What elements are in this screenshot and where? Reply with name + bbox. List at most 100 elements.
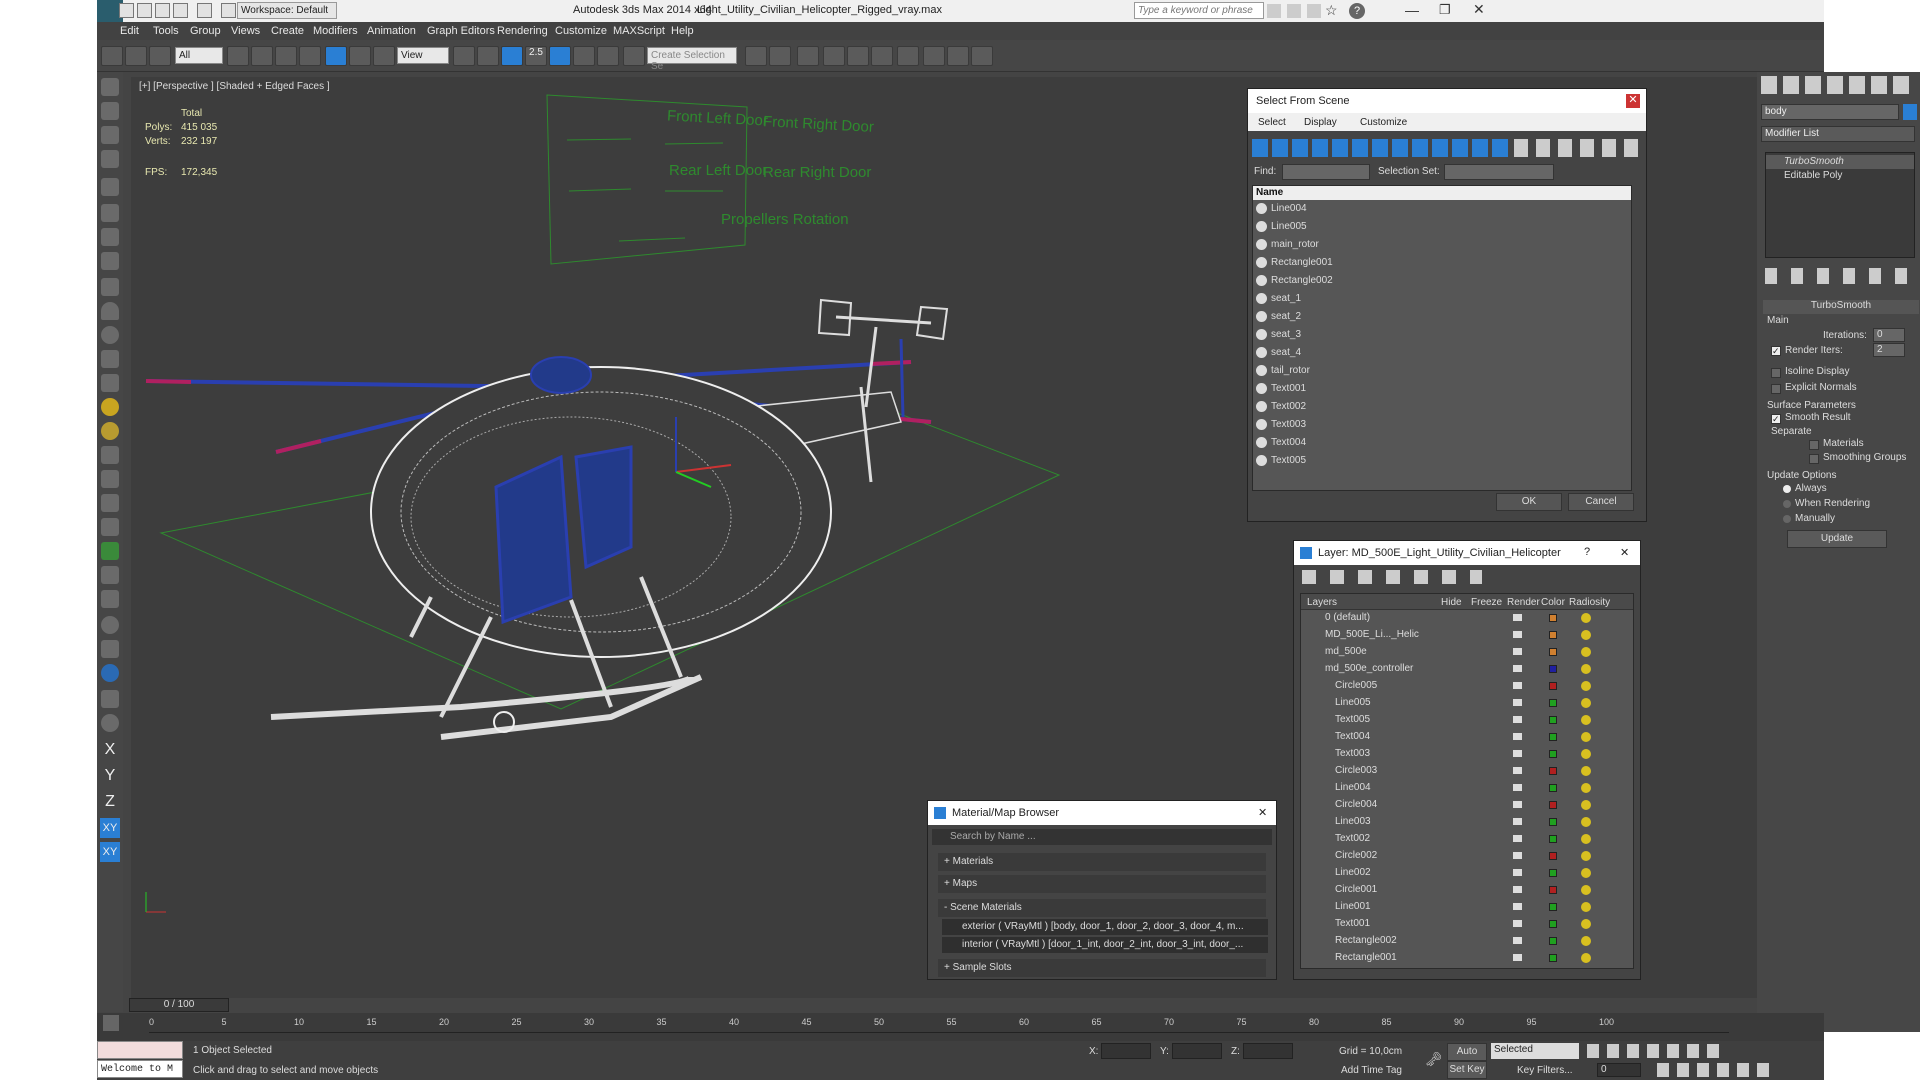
layer-row-name[interactable]: md_500e	[1325, 646, 1367, 657]
radiosity-icon[interactable]	[1581, 817, 1591, 827]
radiosity-icon[interactable]	[1581, 630, 1591, 640]
align-icon[interactable]	[769, 46, 791, 66]
render-teapot-icon[interactable]	[1513, 614, 1522, 621]
layer-color-swatch[interactable]	[1549, 750, 1557, 758]
spinner-snap-icon[interactable]	[597, 46, 619, 66]
layer-row-name[interactable]: Line002	[1335, 867, 1371, 878]
render-teapot-icon[interactable]	[1513, 750, 1522, 757]
viewport-label[interactable]: [+] [Perspective ] [Shaded + Edged Faces…	[139, 81, 330, 92]
turbosmooth-rollout-header[interactable]: TurboSmooth	[1763, 300, 1919, 314]
smoothing-groups-checkbox[interactable]	[1809, 454, 1819, 464]
layer-color-swatch[interactable]	[1549, 648, 1557, 656]
object-color-swatch[interactable]	[1903, 104, 1917, 120]
project-folder-icon[interactable]	[221, 3, 236, 18]
radiosity-icon[interactable]	[1581, 885, 1591, 895]
save-file-icon[interactable]	[155, 3, 170, 18]
layer-color-swatch[interactable]	[1549, 818, 1557, 826]
x-coordinate-field[interactable]	[1101, 1043, 1151, 1059]
name-column-header[interactable]: Name	[1253, 186, 1631, 200]
layer-row-name[interactable]: Text005	[1335, 714, 1370, 725]
radiosity-icon[interactable]	[1581, 698, 1591, 708]
list-options-toolbar[interactable]	[1514, 139, 1644, 157]
selection-set-dropdown[interactable]	[1444, 164, 1554, 180]
layer-row-name[interactable]: Line004	[1335, 782, 1371, 793]
dots-icon[interactable]	[101, 446, 119, 464]
earth-icon[interactable]	[101, 664, 119, 682]
layer-color-swatch[interactable]	[1549, 835, 1557, 843]
ball-icon[interactable]	[101, 616, 119, 634]
sky-icon[interactable]	[101, 422, 119, 440]
open-file-icon[interactable]	[137, 3, 152, 18]
undo-icon[interactable]	[173, 3, 188, 18]
radiosity-icon[interactable]	[1581, 681, 1591, 691]
render-teapot-icon[interactable]	[1513, 852, 1522, 859]
key-mode-icon[interactable]: 🗝	[1425, 1051, 1443, 1068]
globe-icon[interactable]	[101, 518, 119, 536]
playback-controls[interactable]	[1587, 1044, 1727, 1058]
scene-object-item[interactable]: Text005	[1253, 452, 1621, 470]
maxscript-output[interactable]: Welcome to M	[97, 1060, 183, 1078]
speaker-icon[interactable]	[101, 228, 119, 246]
layer-row-name[interactable]: Circle002	[1335, 850, 1377, 861]
help-icon[interactable]: ?	[1349, 3, 1365, 19]
layer-row-name[interactable]: Rectangle001	[1335, 952, 1397, 963]
time-slider[interactable]: 0 / 100	[129, 998, 229, 1012]
render-teapot-icon[interactable]	[1513, 920, 1522, 927]
scene-materials-section[interactable]: - Scene Materials	[938, 899, 1266, 917]
particles-icon[interactable]	[101, 204, 119, 222]
render-teapot-icon[interactable]	[1513, 818, 1522, 825]
scene-object-item[interactable]: Line005	[1253, 218, 1621, 236]
render-frame-icon[interactable]	[101, 126, 119, 144]
workspace-dropdown[interactable]: Workspace: Default	[237, 2, 337, 19]
render-teapot-icon[interactable]	[1513, 801, 1522, 808]
named-selection-dropdown[interactable]: Create Selection Se	[647, 47, 737, 72]
selection-filter-dropdown[interactable]: All	[175, 47, 223, 64]
layer-color-swatch[interactable]	[1549, 767, 1557, 775]
menu-tools[interactable]: Tools	[153, 25, 179, 37]
y-axis-constraint-icon[interactable]: Y	[100, 766, 120, 786]
render-teapot-icon[interactable]	[1513, 699, 1522, 706]
menu-animation[interactable]: Animation	[367, 25, 416, 37]
redo-icon[interactable]	[197, 3, 212, 18]
teapot-icon[interactable]	[101, 78, 119, 96]
smooth-result-checkbox[interactable]: ✓	[1771, 414, 1781, 424]
radiosity-icon[interactable]	[1581, 647, 1591, 657]
scene-object-item[interactable]: seat_2	[1253, 308, 1621, 326]
menu-modifiers[interactable]: Modifiers	[313, 25, 358, 37]
radiosity-icon[interactable]	[1581, 664, 1591, 674]
radiosity-icon[interactable]	[1581, 715, 1591, 725]
pivot-center-icon[interactable]	[453, 46, 475, 66]
hair-icon[interactable]	[101, 566, 119, 584]
radiosity-icon[interactable]	[1581, 902, 1591, 912]
lamp-icon[interactable]	[101, 178, 119, 196]
minimize-icon[interactable]: —	[1405, 2, 1419, 18]
hide-column[interactable]: Hide	[1441, 597, 1462, 608]
select-and-scale-icon[interactable]	[373, 46, 395, 66]
object-filter-toolbar[interactable]	[1252, 139, 1512, 157]
select-and-move-icon[interactable]	[325, 46, 347, 66]
menu-customize[interactable]: Customize	[1360, 117, 1407, 128]
materials-checkbox[interactable]	[1809, 440, 1819, 450]
layer-tools-toolbar[interactable]	[1302, 570, 1482, 584]
cancel-button[interactable]: Cancel	[1568, 493, 1634, 511]
layer-row-name[interactable]: Circle003	[1335, 765, 1377, 776]
layer-color-swatch[interactable]	[1549, 784, 1557, 792]
when-rendering-radio[interactable]	[1783, 500, 1791, 508]
layer-row-name[interactable]: Text001	[1335, 918, 1370, 929]
render-production-icon[interactable]	[971, 46, 993, 66]
x-axis-constraint-icon[interactable]: X	[100, 740, 120, 760]
ok-button[interactable]: OK	[1496, 493, 1562, 511]
select-and-rotate-icon[interactable]	[349, 46, 371, 66]
search-input[interactable]: Type a keyword or phrase	[1134, 2, 1264, 19]
render-teapot-icon[interactable]	[1513, 869, 1522, 876]
sample-slots-section[interactable]: + Sample Slots	[938, 959, 1266, 977]
people-icon[interactable]	[101, 252, 119, 270]
box-icon[interactable]	[101, 278, 119, 296]
help-icon[interactable]: ?	[1584, 546, 1590, 558]
layer-color-swatch[interactable]	[1549, 733, 1557, 741]
stack-tools-toolbar[interactable]	[1765, 268, 1915, 284]
layer-color-swatch[interactable]	[1549, 614, 1557, 622]
render-iters-spinner[interactable]: 2	[1873, 343, 1905, 357]
layer-color-swatch[interactable]	[1549, 869, 1557, 877]
layer-color-swatch[interactable]	[1549, 699, 1557, 707]
